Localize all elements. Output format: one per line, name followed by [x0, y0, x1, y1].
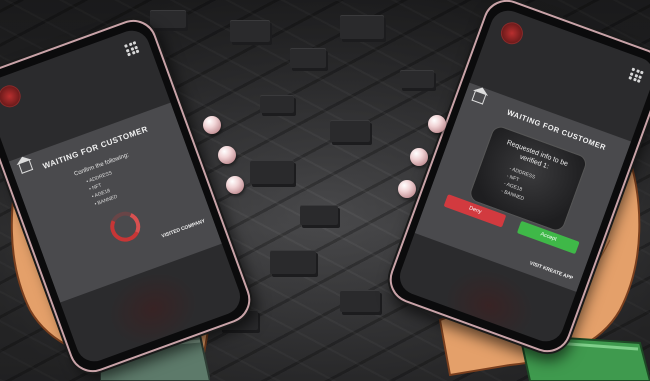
bg-block	[270, 250, 316, 274]
red-spider-emblem-icon	[0, 82, 24, 111]
red-spider-emblem-icon	[497, 19, 527, 48]
orb-right-2	[410, 148, 428, 166]
orb-left-3	[226, 176, 244, 194]
bg-block	[250, 160, 294, 184]
waiting-panel: WAITING FOR CUSTOMER Confirm the followi…	[8, 102, 222, 303]
orb-left-2	[218, 146, 236, 164]
visit-kreate-app-link[interactable]: VISIT KREATE APP	[529, 260, 574, 281]
bg-block	[150, 10, 186, 28]
requirements-list: ADDRESS NFT AGE18 BANNED	[500, 165, 536, 204]
home-icon[interactable]	[471, 91, 487, 105]
bg-block	[230, 20, 270, 42]
grid-menu-icon[interactable]	[124, 41, 140, 57]
loading-spinner	[106, 207, 145, 246]
grid-menu-icon[interactable]	[628, 67, 644, 83]
orb-right-3	[398, 180, 416, 198]
bg-block	[400, 70, 434, 88]
bg-block	[290, 48, 326, 68]
request-heading: Requested info to be verified 1:	[487, 133, 585, 183]
bg-block	[340, 290, 380, 312]
bg-block	[260, 95, 294, 113]
bg-block	[300, 205, 338, 225]
bg-block	[340, 15, 384, 39]
requirements-list: ADDRESS NFT AGE18 BANNED	[85, 169, 121, 208]
orb-right-1	[428, 115, 446, 133]
visit-company-link[interactable]: VISITED COMPANY	[161, 218, 206, 239]
orb-left-1	[203, 116, 221, 134]
bg-block	[330, 120, 370, 142]
